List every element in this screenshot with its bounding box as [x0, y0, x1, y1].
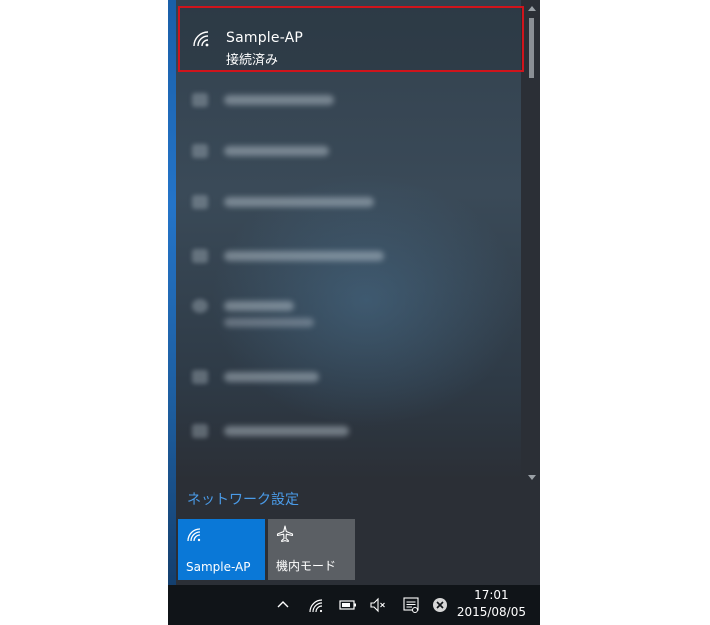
network-item-blurred[interactable] [186, 90, 426, 112]
speaker-muted-icon[interactable] [369, 596, 387, 614]
network-name-blurred [224, 146, 329, 156]
wifi-signal-icon [192, 249, 208, 263]
clock-time: 17:01 [474, 588, 509, 602]
desktop-background [168, 0, 176, 585]
network-item-blurred[interactable] [186, 421, 426, 443]
wifi-signal-icon [192, 93, 208, 107]
chevron-up-icon[interactable] [274, 596, 292, 614]
network-name-blurred [224, 426, 349, 436]
taskbar-clock[interactable]: 17:01 2015/08/05 [457, 587, 526, 621]
action-center-icon[interactable] [402, 596, 420, 614]
network-settings-link[interactable]: ネットワーク設定 [187, 489, 299, 509]
wifi-signal-icon [192, 195, 208, 209]
quick-action-label: Sample-AP [186, 560, 251, 574]
network-item-blurred[interactable] [186, 141, 426, 163]
network-name: Sample-AP [226, 30, 304, 46]
network-list-scrollbar[interactable] [526, 4, 538, 482]
close-circle-icon[interactable] [431, 596, 449, 614]
network-name-blurred [224, 251, 384, 261]
wifi-hotspot-icon [192, 299, 208, 313]
network-list-background [176, 0, 521, 480]
network-name-blurred [224, 197, 374, 207]
scrollbar-thumb[interactable] [529, 18, 534, 78]
wifi-signal-icon [192, 424, 208, 438]
wifi-icon [187, 528, 201, 542]
network-name-blurred [224, 301, 294, 311]
taskbar: 17:01 2015/08/05 [168, 585, 540, 625]
network-subtitle-blurred [224, 318, 314, 327]
network-name-blurred [224, 372, 319, 382]
wifi-signal-icon [192, 144, 208, 158]
network-item-blurred[interactable] [186, 367, 426, 389]
scroll-down-arrow-icon[interactable] [528, 475, 536, 480]
quick-action-label: 機内モード [276, 559, 337, 573]
network-item-blurred[interactable] [186, 192, 426, 214]
network-name-blurred [224, 95, 334, 105]
network-item-blurred[interactable] [186, 246, 426, 268]
network-item-connected[interactable]: Sample-AP 接続済み [178, 6, 524, 72]
scroll-up-arrow-icon[interactable] [528, 6, 536, 11]
network-status: 接続済み [226, 53, 279, 68]
wifi-signal-icon [192, 370, 208, 384]
network-flyout: Sample-AP 接続済み ネットワーク設定 Sample-AP 機内モード [176, 0, 540, 585]
quick-action-wifi[interactable]: Sample-AP [178, 519, 265, 580]
wifi-signal-icon [193, 31, 209, 47]
battery-icon[interactable] [339, 596, 357, 614]
clock-date: 2015/08/05 [456, 605, 526, 619]
airplane-icon [276, 525, 294, 543]
wifi-icon[interactable] [308, 596, 326, 614]
quick-action-airplane-mode[interactable]: 機内モード [268, 519, 355, 580]
network-item-blurred[interactable] [186, 296, 426, 336]
